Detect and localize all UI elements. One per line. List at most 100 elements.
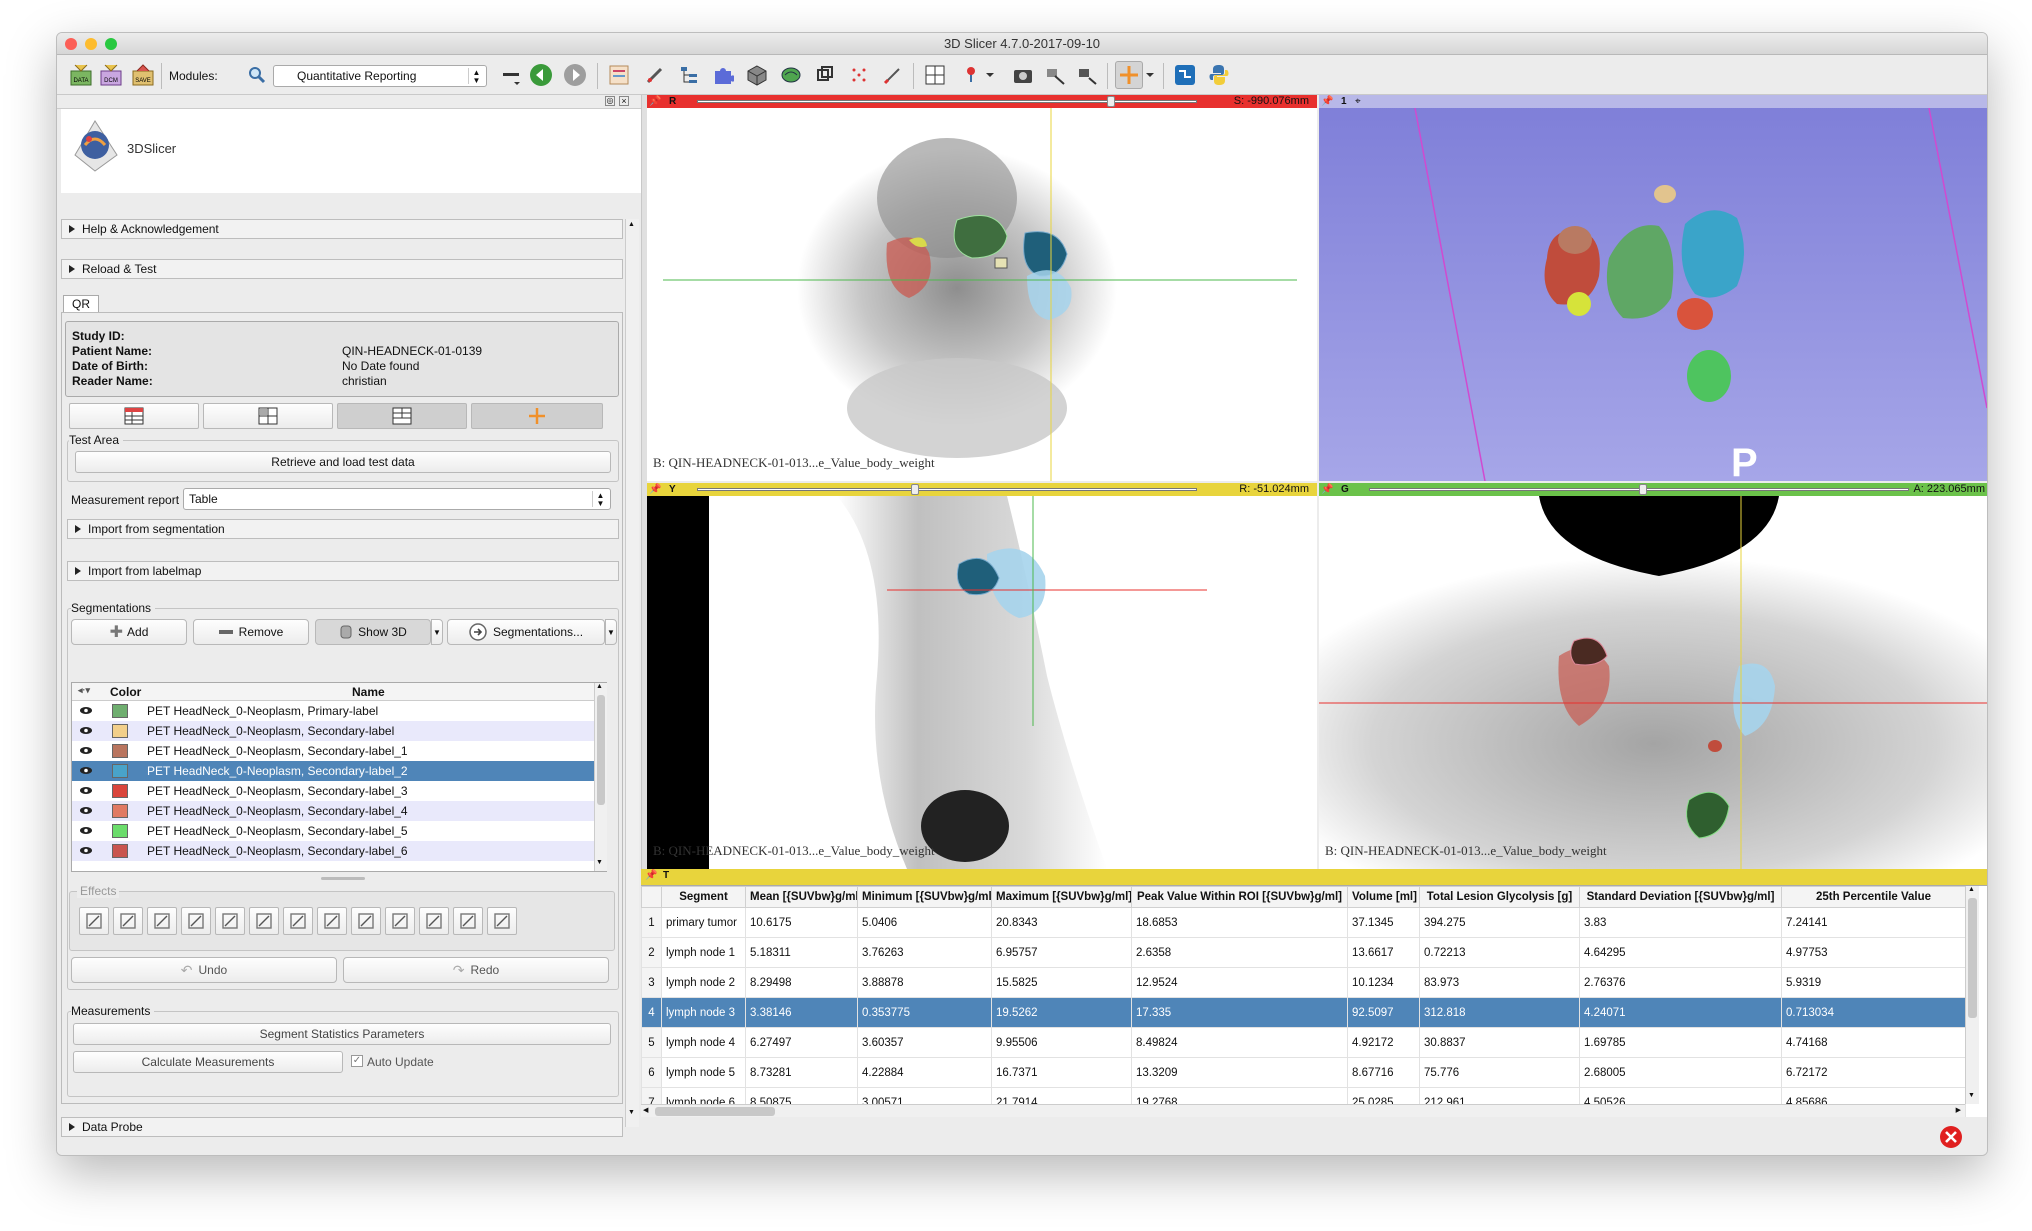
table-column-header[interactable]: Segment — [661, 886, 746, 908]
effect-fill-between-slices-button[interactable] — [283, 907, 313, 935]
models-module-button[interactable] — [743, 61, 771, 89]
maximize-window-button[interactable] — [105, 38, 117, 50]
table-column-header[interactable]: Maximum [{SUVbw}g/ml] — [991, 886, 1132, 908]
extensions-button[interactable] — [709, 61, 737, 89]
table-cell[interactable]: 4.24071 — [1579, 997, 1782, 1028]
segment-color-swatch[interactable] — [112, 704, 128, 718]
segment-list-scroll-thumb[interactable] — [597, 695, 605, 805]
eye-icon[interactable] — [79, 805, 93, 816]
red-slice-slider-handle[interactable] — [1107, 96, 1115, 107]
yellow-slice-slider-handle[interactable] — [911, 484, 919, 495]
segmentations-module-button[interactable]: Segmentations... — [447, 619, 605, 645]
3d-view[interactable]: 📌 1 ⌖ P — [1319, 95, 1987, 481]
table-row[interactable]: 2 lymph node 1 5.18311 3.76263 6.95757 2.6358… — [641, 937, 1966, 968]
effect-draw-button[interactable] — [147, 907, 177, 935]
eye-icon[interactable] — [79, 705, 93, 716]
show-3d-button[interactable]: Show 3D — [315, 619, 431, 645]
eye-icon[interactable] — [79, 785, 93, 796]
pin-icon[interactable]: 📌 — [649, 483, 661, 496]
table-row[interactable]: 5 lymph node 4 6.27497 3.60357 9.95506 8.4982… — [641, 1027, 1966, 1058]
table-row[interactable]: 4 lymph node 3 3.38146 0.353775 19.5262 17.33… — [641, 997, 1966, 1028]
measurement-report-selector[interactable]: Table ▲ ▼ — [183, 488, 611, 510]
table-column-header[interactable]: Total Lesion Glycolysis [g] — [1419, 886, 1580, 908]
table-cell[interactable]: 4.64295 — [1579, 937, 1782, 968]
effect-level-tracing-button[interactable] — [215, 907, 245, 935]
table-cell[interactable]: 6.72172 — [1781, 1057, 1966, 1088]
table-cell[interactable]: 8.49824 — [1131, 1027, 1348, 1058]
table-cell[interactable]: 4.22884 — [857, 1057, 992, 1088]
layout-button[interactable] — [921, 61, 949, 89]
effect-margin-button[interactable] — [351, 907, 381, 935]
segment-color-swatch[interactable] — [112, 744, 128, 758]
segment-color-swatch[interactable] — [112, 804, 128, 818]
table-cell[interactable]: 2.6358 — [1131, 937, 1348, 968]
crosshair-mode-button[interactable] — [1115, 61, 1143, 89]
effect-threshold-button[interactable] — [317, 907, 347, 935]
segment-editor-button[interactable] — [845, 61, 873, 89]
crosshair-mode-dropdown[interactable] — [1143, 61, 1157, 89]
screenshot-button[interactable] — [1009, 61, 1037, 89]
error-log-button[interactable] — [1939, 1125, 1963, 1149]
table-cell[interactable]: 6.27497 — [745, 1027, 858, 1058]
link-icon[interactable]: ⌖ — [1355, 95, 1361, 108]
transforms-module-button[interactable] — [811, 61, 839, 89]
data-probe-header[interactable]: Data Probe — [61, 1117, 623, 1137]
table-cell[interactable]: 2.76376 — [1579, 967, 1782, 998]
segment-row[interactable]: PET HeadNeck_0-Neoplasm, Primary-label — [72, 701, 594, 721]
dicom-button[interactable]: DCM — [97, 61, 125, 89]
segment-row[interactable]: PET HeadNeck_0-Neoplasm, Secondary-label… — [72, 741, 594, 761]
segment-row[interactable]: PET HeadNeck_0-Neoplasm, Secondary-label… — [72, 841, 594, 861]
import-segmentation-header[interactable]: Import from segmentation — [67, 519, 619, 539]
table-cell[interactable]: 10.1234 — [1347, 967, 1420, 998]
volume-rendering-button[interactable] — [777, 61, 805, 89]
effect-logical-operators-button[interactable] — [487, 907, 517, 935]
table-cell[interactable]: 312.818 — [1419, 997, 1580, 1028]
name-column-header[interactable]: Name — [352, 685, 385, 699]
remove-segment-button[interactable]: Remove — [193, 619, 309, 645]
effect-scissors-button[interactable] — [419, 907, 449, 935]
yellow-slice-view[interactable]: 📌 Y R: -51.024mm B: QIN-HEADNECK-01-013.… — [647, 483, 1317, 869]
segment-color-swatch[interactable] — [112, 724, 128, 738]
undo-button[interactable]: ↶ Undo — [71, 957, 337, 983]
segment-statistics-parameters-button[interactable]: Segment Statistics Parameters — [73, 1023, 611, 1045]
table-cell[interactable]: 19.5262 — [991, 997, 1132, 1028]
module-panel-scrollbar[interactable]: ▲ ▼ — [625, 219, 639, 1127]
eye-icon[interactable] — [79, 825, 93, 836]
four-up-view-button[interactable] — [203, 403, 333, 429]
table-column-header[interactable]: Standard Deviation [{SUVbw}g/ml] — [1579, 886, 1782, 908]
eye-icon[interactable] — [79, 745, 93, 756]
effect-erase-button[interactable] — [181, 907, 211, 935]
save-button[interactable]: SAVE — [129, 61, 157, 89]
extension-manager-button[interactable] — [1171, 61, 1199, 89]
reload-section-header[interactable]: Reload & Test — [61, 259, 623, 279]
load-data-button[interactable]: DATA — [67, 61, 95, 89]
table-cell[interactable]: 8.29498 — [745, 967, 858, 998]
color-column-header[interactable]: Color — [110, 685, 141, 699]
table-cell[interactable]: 4.97753 — [1781, 937, 1966, 968]
show-3d-dropdown[interactable]: ▼ — [431, 619, 443, 645]
table-cell[interactable]: lymph node 1 — [661, 937, 746, 968]
table-cell[interactable]: 5.9319 — [1781, 967, 1966, 998]
table-cell[interactable]: 30.8837 — [1419, 1027, 1580, 1058]
segment-row[interactable]: PET HeadNeck_0-Neoplasm, Secondary-label… — [72, 821, 594, 841]
float-panel-icon[interactable]: ◎ — [605, 96, 615, 106]
table-cell[interactable]: lymph node 3 — [661, 997, 746, 1028]
table-cell[interactable]: 4.74168 — [1781, 1027, 1966, 1058]
back-button[interactable] — [527, 61, 555, 89]
eye-icon[interactable] — [79, 725, 93, 736]
table-cell[interactable]: 0.72213 — [1419, 937, 1580, 968]
table-cell[interactable]: 8.73281 — [745, 1057, 858, 1088]
table-cell[interactable]: 5.18311 — [745, 937, 858, 968]
table-cell[interactable]: 12.9524 — [1131, 967, 1348, 998]
table-cell[interactable]: 37.1345 — [1347, 907, 1420, 938]
table-row[interactable]: 1 primary tumor 10.6175 5.0406 20.8343 18.685… — [641, 907, 1966, 938]
mouse-mode-dropdown[interactable] — [983, 61, 997, 89]
view-options-button[interactable] — [1073, 61, 1101, 89]
table-cell[interactable]: 3.88878 — [857, 967, 992, 998]
table-view-button[interactable] — [69, 403, 199, 429]
effect-grow-from-seeds-button[interactable] — [249, 907, 279, 935]
table-cell[interactable]: 83.973 — [1419, 967, 1580, 998]
effect-pointer-button[interactable] — [79, 907, 109, 935]
table-cell[interactable]: 16.7371 — [991, 1057, 1132, 1088]
table-horizontal-scroll-thumb[interactable] — [655, 1107, 775, 1116]
